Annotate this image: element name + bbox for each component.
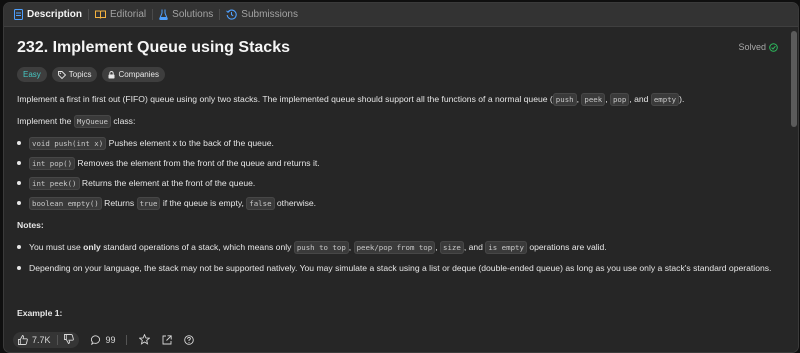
inline-code: empty — [650, 93, 680, 106]
tab-description[interactable]: Description — [10, 3, 86, 26]
history-icon — [226, 9, 238, 20]
topics-button[interactable]: Topics — [51, 67, 98, 82]
bullet-dot — [17, 245, 21, 250]
comment-count: 99 — [105, 334, 116, 345]
flask-icon — [159, 9, 168, 20]
vote-group: 7.7K — [13, 331, 79, 348]
note-text: standard operations of a stack, which me… — [100, 242, 294, 252]
inline-code: int pop() — [29, 157, 76, 170]
tag-row: Easy Topics Companies — [17, 67, 165, 82]
inline-code: is empty — [485, 241, 527, 254]
method-text: if the queue is empty, — [160, 198, 247, 208]
inline-code: MyQueue — [73, 115, 111, 128]
tab-submissions[interactable]: Submissions — [222, 3, 302, 26]
inline-code: boolean empty() — [29, 197, 102, 210]
inline-code: peek/pop from top — [353, 241, 436, 254]
example-heading: Example 1: — [17, 308, 63, 318]
intro-text: Implement a first in first out (FIFO) qu… — [17, 94, 553, 104]
thumbs-up-icon — [18, 334, 28, 345]
method-text: otherwise. — [274, 198, 317, 208]
implement-text: Implement the — [17, 116, 74, 126]
companies-label: Companies — [118, 70, 159, 79]
companies-button[interactable]: Companies — [102, 67, 165, 82]
tag-icon — [57, 70, 66, 79]
thumbs-down-icon — [63, 333, 74, 344]
vote-divider — [56, 334, 58, 345]
note-item: You must use only standard operations of… — [17, 241, 607, 254]
tab-submissions-label: Submissions — [241, 9, 298, 20]
inline-code: false — [246, 197, 275, 210]
inline-code: true — [136, 197, 161, 210]
scrollbar-thumb[interactable] — [791, 31, 797, 127]
star-icon — [138, 334, 150, 345]
bullet-dot — [17, 161, 21, 166]
method-item: int peek() Returns the element at the fr… — [17, 177, 256, 190]
tab-description-label: Description — [27, 9, 83, 20]
notes-heading: Notes: — [17, 220, 44, 230]
method-text: Returns — [101, 198, 137, 208]
action-bar: 7.7K 99 — [4, 327, 798, 352]
bullet-dot — [17, 181, 21, 186]
tab-divider — [152, 9, 154, 20]
intro-text: ). — [679, 94, 685, 104]
note-text: Depending on your language, the stack ma… — [29, 263, 772, 273]
tab-divider — [219, 9, 221, 20]
topics-label: Topics — [68, 70, 92, 79]
note-text: , — [348, 242, 354, 252]
inline-code: peek — [581, 93, 606, 106]
comments-button[interactable]: 99 — [90, 334, 116, 345]
bullet-dot — [17, 201, 21, 206]
share-button[interactable] — [162, 334, 172, 345]
comment-icon — [90, 334, 100, 345]
solved-status: Solved — [738, 42, 778, 52]
description-icon — [14, 9, 23, 20]
implement-paragraph: Implement the MyQueue class: — [17, 115, 136, 128]
inline-code: int peek() — [29, 177, 80, 190]
note-text: , and — [463, 242, 486, 252]
tab-solutions-label: Solutions — [172, 9, 214, 20]
inline-code: void push(int x) — [29, 137, 107, 150]
inline-code: pop — [609, 93, 630, 106]
like-button[interactable]: 7.7K — [18, 334, 51, 345]
tab-divider — [88, 9, 90, 20]
method-item: void push(int x) Pushes element x to the… — [17, 137, 274, 150]
help-button[interactable] — [183, 334, 194, 345]
note-text: operations are valid. — [526, 242, 607, 252]
dislike-button[interactable] — [63, 333, 74, 346]
note-emphasis: only — [83, 242, 101, 252]
problem-panel: Description Editorial Solutions Submissi… — [3, 2, 799, 353]
method-text: Removes the element from the front of th… — [75, 158, 320, 168]
tab-solutions[interactable]: Solutions — [155, 3, 217, 26]
intro-paragraph: Implement a first in first out (FIFO) qu… — [17, 93, 685, 106]
note-item: Depending on your language, the stack ma… — [17, 263, 771, 273]
bullet-dot — [17, 266, 21, 271]
help-icon — [183, 334, 194, 345]
problem-title: 232. Implement Queue using Stacks — [17, 39, 290, 56]
intro-text: , and — [629, 94, 651, 104]
favorite-button[interactable] — [138, 334, 150, 345]
editorial-icon — [95, 10, 107, 19]
implement-text: class: — [111, 116, 136, 126]
method-text: Pushes element x to the back of the queu… — [106, 138, 274, 148]
note-text: You must use — [29, 242, 84, 252]
inline-code: push — [552, 93, 577, 106]
scrollbar[interactable] — [790, 27, 798, 327]
tab-bar: Description Editorial Solutions Submissi… — [4, 3, 798, 27]
difficulty-badge[interactable]: Easy — [17, 67, 47, 82]
check-circle-icon — [769, 42, 778, 52]
method-text: Returns the element at the front of the … — [79, 178, 256, 188]
inline-code: size — [440, 241, 464, 254]
tab-editorial-label: Editorial — [110, 9, 147, 20]
tab-editorial[interactable]: Editorial — [91, 3, 150, 26]
like-count: 7.7K — [32, 334, 51, 345]
bullet-dot — [17, 141, 21, 146]
inline-code: push to top — [293, 241, 349, 254]
share-icon — [162, 334, 172, 344]
lock-icon — [108, 70, 115, 78]
method-item: int pop() Removes the element from the f… — [17, 157, 320, 170]
solved-label: Solved — [738, 42, 766, 52]
method-item: boolean empty() Returns true if the queu… — [17, 197, 317, 210]
footer-divider — [125, 334, 127, 345]
description-content: 232. Implement Queue using Stacks Solved… — [4, 27, 790, 327]
